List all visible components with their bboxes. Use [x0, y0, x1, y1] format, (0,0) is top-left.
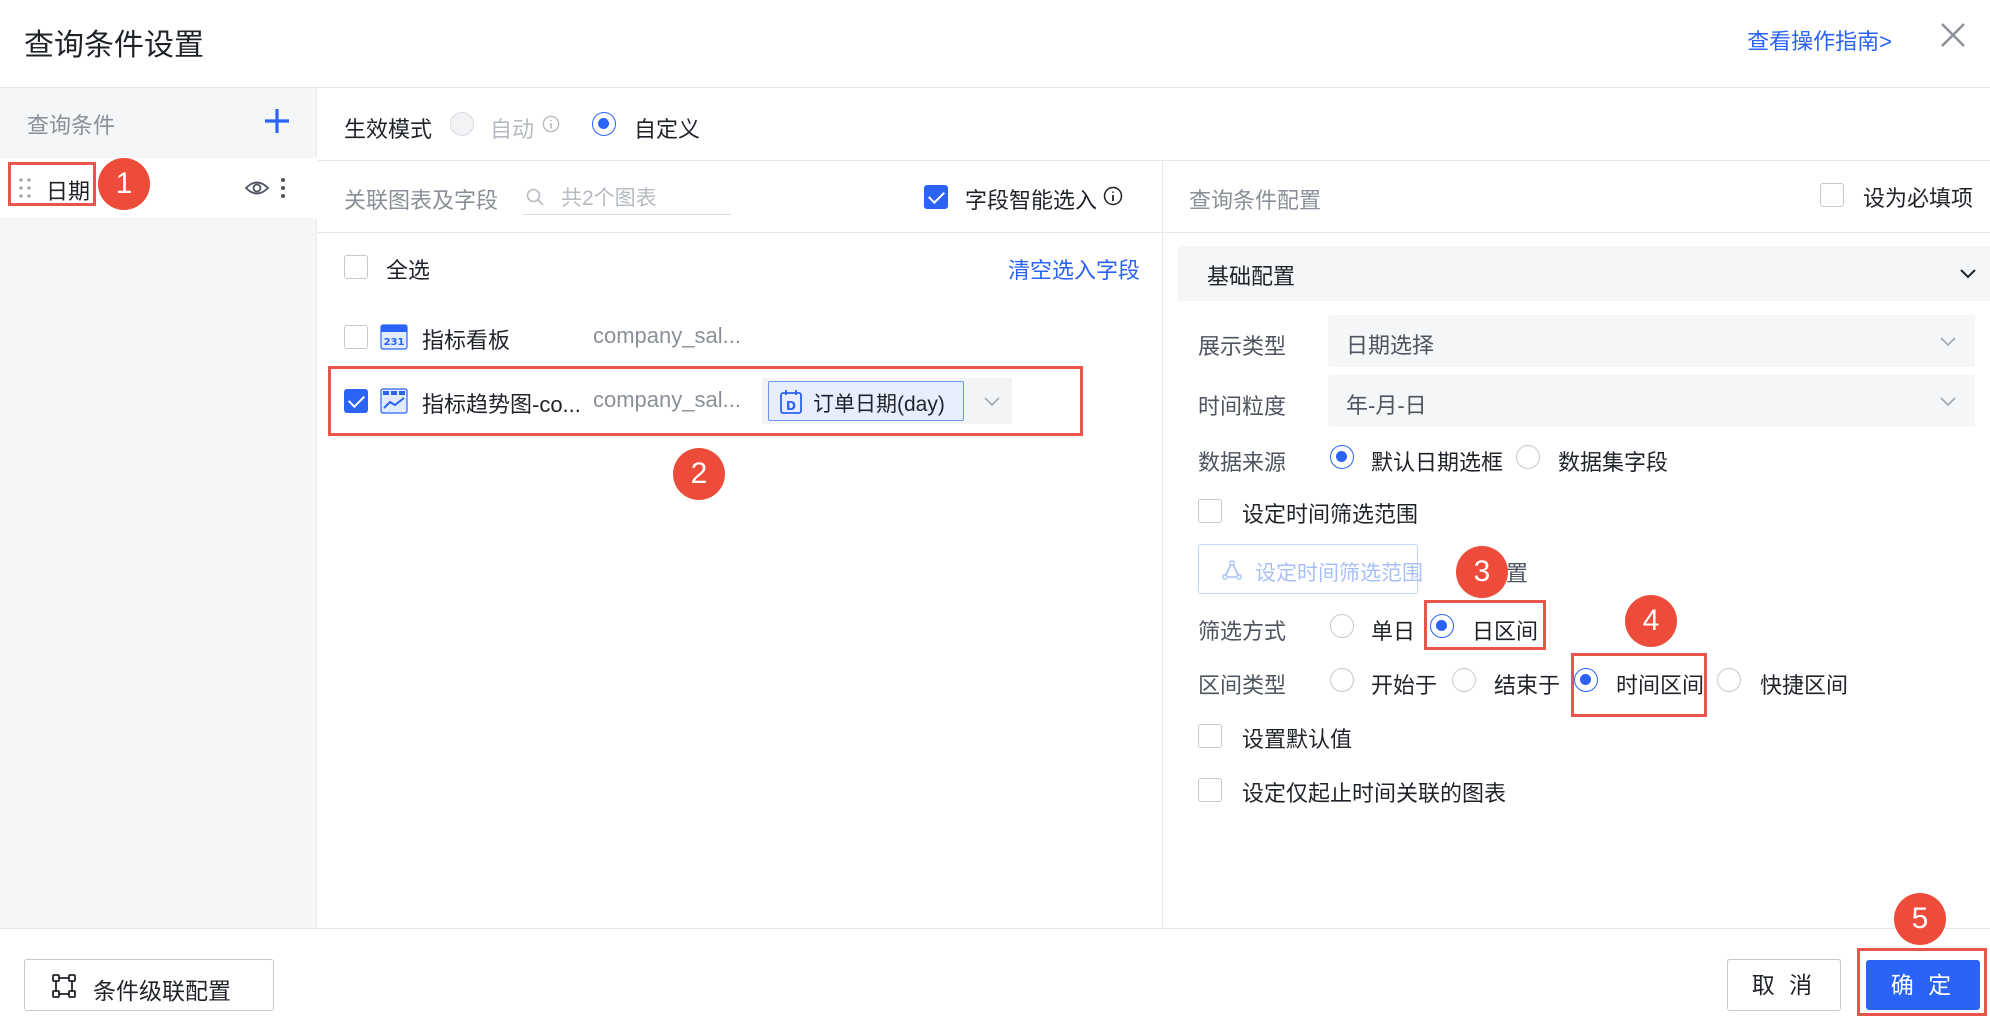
highlight-box: [1424, 600, 1546, 650]
granularity-label: 时间粒度: [1198, 394, 1287, 419]
step-badge: 3: [1456, 546, 1508, 598]
range-start-radio[interactable]: [1330, 668, 1354, 692]
svg-text:231: 231: [384, 337, 405, 348]
granularity-select[interactable]: 年-月-日: [1328, 375, 1975, 427]
range-start-label: 开始于: [1371, 673, 1438, 698]
calendar-231-icon: 231: [380, 324, 408, 350]
step-badge: 2: [673, 448, 725, 500]
range-type-label: 区间类型: [1198, 673, 1287, 698]
basic-config-title: 基础配置: [1207, 264, 1296, 289]
chart-row[interactable]: 231 指标看板 company_sal...: [318, 307, 1163, 367]
display-type-value: 日期选择: [1346, 333, 1435, 358]
highlight-box: [8, 162, 96, 206]
only-start-end-label: 设定仅起止时间关联的图表: [1242, 781, 1507, 806]
step-badge: 4: [1625, 595, 1677, 647]
highlight-box: [328, 366, 1083, 436]
required-checkbox[interactable]: [1820, 183, 1844, 207]
info-icon: [542, 115, 560, 133]
chevron-down-icon: [1940, 337, 1956, 347]
smart-select-label: 字段智能选入: [965, 188, 1098, 213]
cascade-config-button[interactable]: 条件级联配置: [24, 959, 274, 1011]
search-icon: [526, 188, 544, 206]
more-vertical-icon[interactable]: [278, 176, 288, 200]
data-source-dataset-label: 数据集字段: [1558, 450, 1669, 475]
chart-name: 指标看板: [422, 328, 511, 353]
data-source-default-radio[interactable]: [1330, 445, 1354, 469]
guide-link[interactable]: 查看操作指南>: [1747, 24, 1892, 56]
search-placeholder: 共2个图表: [561, 187, 657, 210]
mode-custom-radio[interactable]: [592, 112, 616, 136]
chevron-down-icon: [1940, 397, 1956, 407]
add-condition-icon[interactable]: [262, 106, 292, 136]
smart-select-checkbox[interactable]: [924, 185, 948, 209]
config-header: 查询条件配置 设为必填项: [1164, 161, 1990, 233]
basic-config-section[interactable]: 基础配置: [1178, 246, 1990, 301]
mode-custom-label: 自定义: [634, 117, 701, 142]
effective-mode-bar: 生效模式 自动 自定义: [318, 88, 1990, 161]
step-badge: 1: [98, 158, 150, 210]
close-icon[interactable]: [1936, 18, 1970, 52]
range-end-label: 结束于: [1494, 673, 1561, 698]
mode-auto-label: 自动: [490, 117, 535, 142]
set-range-suffix: 置: [1506, 561, 1529, 586]
eye-icon[interactable]: [244, 177, 270, 199]
filter-mode-label: 筛选方式: [1198, 619, 1287, 644]
association-header: 关联图表及字段 共2个图表 字段智能选入: [318, 161, 1163, 233]
filter-single-day-radio[interactable]: [1330, 614, 1354, 638]
cascade-config-label: 条件级联配置: [93, 978, 231, 1004]
cancel-button[interactable]: 取 消: [1727, 959, 1841, 1011]
display-type-label: 展示类型: [1198, 334, 1287, 359]
mode-auto-radio: [450, 112, 474, 136]
default-value-checkbox[interactable]: [1198, 724, 1222, 748]
range-end-radio[interactable]: [1452, 668, 1476, 692]
cascade-icon: [52, 974, 76, 998]
config-title: 查询条件配置: [1189, 188, 1322, 213]
chart-checkbox[interactable]: [344, 325, 368, 349]
chevron-down-icon[interactable]: [1958, 263, 1978, 283]
set-range-checkbox[interactable]: [1198, 499, 1222, 523]
effective-mode-label: 生效模式: [344, 117, 433, 142]
default-value-label: 设置默认值: [1242, 727, 1353, 752]
range-quick-label: 快捷区间: [1760, 673, 1849, 698]
required-label: 设为必填项: [1863, 186, 1974, 211]
association-title: 关联图表及字段: [344, 188, 499, 213]
condition-list-heading: 查询条件: [27, 113, 116, 138]
range-icon: [1222, 560, 1242, 580]
highlight-box: [1857, 948, 1987, 1016]
condition-config-panel: 查询条件配置 设为必填项 基础配置 展示类型 日期选择 时间粒度 年-月-日 数…: [1164, 161, 1990, 928]
set-range-label: 设定时间筛选范围: [1242, 502, 1419, 527]
data-source-label: 数据来源: [1198, 450, 1287, 475]
select-all-checkbox[interactable]: [344, 255, 368, 279]
chart-search-input[interactable]: 共2个图表: [523, 179, 731, 215]
chart-dataset: company_sal...: [593, 323, 741, 348]
highlight-box: [1571, 653, 1707, 717]
display-type-select[interactable]: 日期选择: [1328, 315, 1975, 367]
set-range-button-label: 设定时间筛选范围: [1255, 562, 1423, 585]
info-icon: [1103, 186, 1123, 206]
step-badge: 5: [1894, 893, 1946, 945]
granularity-value: 年-月-日: [1346, 393, 1427, 418]
condition-list-panel: 查询条件 日期: [0, 88, 317, 928]
filter-single-day-label: 单日: [1371, 619, 1416, 644]
clear-fields-link[interactable]: 清空选入字段: [1008, 253, 1140, 285]
set-range-button: 设定时间筛选范围: [1198, 544, 1423, 594]
only-start-end-checkbox[interactable]: [1198, 778, 1222, 802]
dialog-title: 查询条件设置: [24, 29, 204, 62]
data-source-dataset-radio[interactable]: [1516, 445, 1540, 469]
dialog-header: 查询条件设置 查看操作指南>: [0, 0, 1990, 88]
data-source-default-label: 默认日期选框: [1371, 450, 1504, 475]
chart-association-panel: 关联图表及字段 共2个图表 字段智能选入 全选 清空选入字段 231 指标看板 …: [318, 161, 1163, 928]
dialog-footer: 条件级联配置 取 消 确 定: [0, 928, 1990, 1024]
select-all-label: 全选: [386, 258, 431, 283]
range-quick-radio[interactable]: [1717, 668, 1741, 692]
